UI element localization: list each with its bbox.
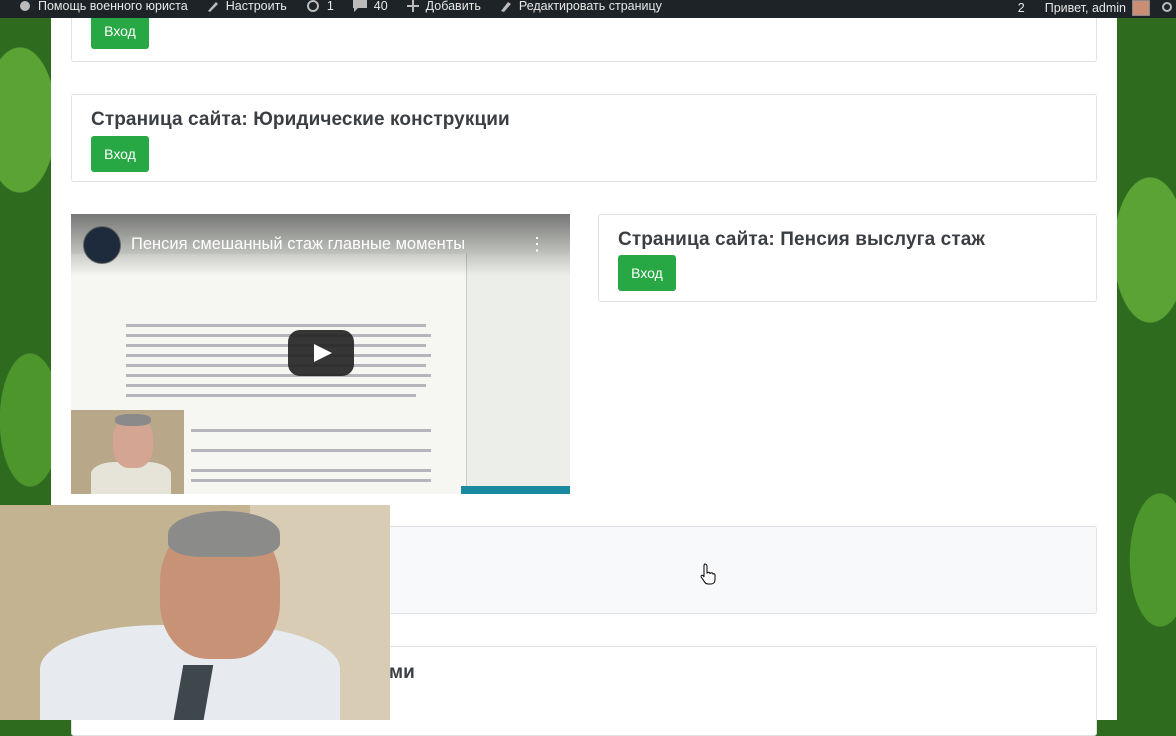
play-button[interactable] [288, 330, 354, 376]
add-new-link[interactable]: Добавить [406, 0, 481, 12]
video-frame-bar [461, 486, 570, 494]
card-legal-constructions: Страница сайта: Юридические конструкции … [71, 94, 1097, 182]
webcam-overlay [0, 505, 390, 720]
card-title: Страница сайта: Юридические конструкции [91, 109, 510, 130]
login-button[interactable]: Вход [91, 13, 149, 49]
brush-icon [207, 2, 218, 12]
notification-count[interactable]: 2 [1018, 2, 1025, 15]
edit-page-link[interactable]: Редактировать страницу [499, 0, 662, 12]
home-icon [20, 1, 30, 11]
updates-icon [306, 0, 319, 12]
updates-link[interactable]: 1 [305, 0, 334, 12]
hand-cursor-icon [700, 563, 716, 585]
login-button[interactable]: Вход [91, 136, 149, 172]
search-icon[interactable] [1158, 2, 1176, 14]
customize-link[interactable]: Настроить [206, 0, 287, 12]
channel-avatar[interactable] [83, 226, 121, 264]
card-title: Страница сайта: Пенсия выслуга стаж [618, 229, 985, 250]
video-frame-sidebar [466, 254, 570, 494]
comments-link[interactable]: 40 [352, 0, 388, 12]
video-title[interactable]: Пенсия смешанный стаж главные моменты [131, 235, 465, 254]
plus-icon [406, 0, 419, 12]
login-button[interactable]: Вход [618, 255, 676, 291]
card-pension: Страница сайта: Пенсия выслуга стаж Вход [598, 214, 1097, 302]
greeting-link[interactable]: Привет, admin [1045, 2, 1126, 15]
avatar[interactable] [1132, 0, 1150, 16]
comment-icon [352, 0, 367, 12]
youtube-video[interactable]: Пенсия смешанный стаж главные моменты ⋮ [71, 214, 570, 494]
video-webcam-thumb [71, 410, 184, 494]
admin-bar: Помощь военного юриста Настроить 1 40 До… [0, 0, 1176, 18]
card-title: ми [389, 662, 415, 683]
site-name-link[interactable]: Помощь военного юриста [18, 0, 188, 12]
more-vert-icon[interactable]: ⋮ [528, 234, 546, 255]
pencil-icon [500, 2, 511, 12]
